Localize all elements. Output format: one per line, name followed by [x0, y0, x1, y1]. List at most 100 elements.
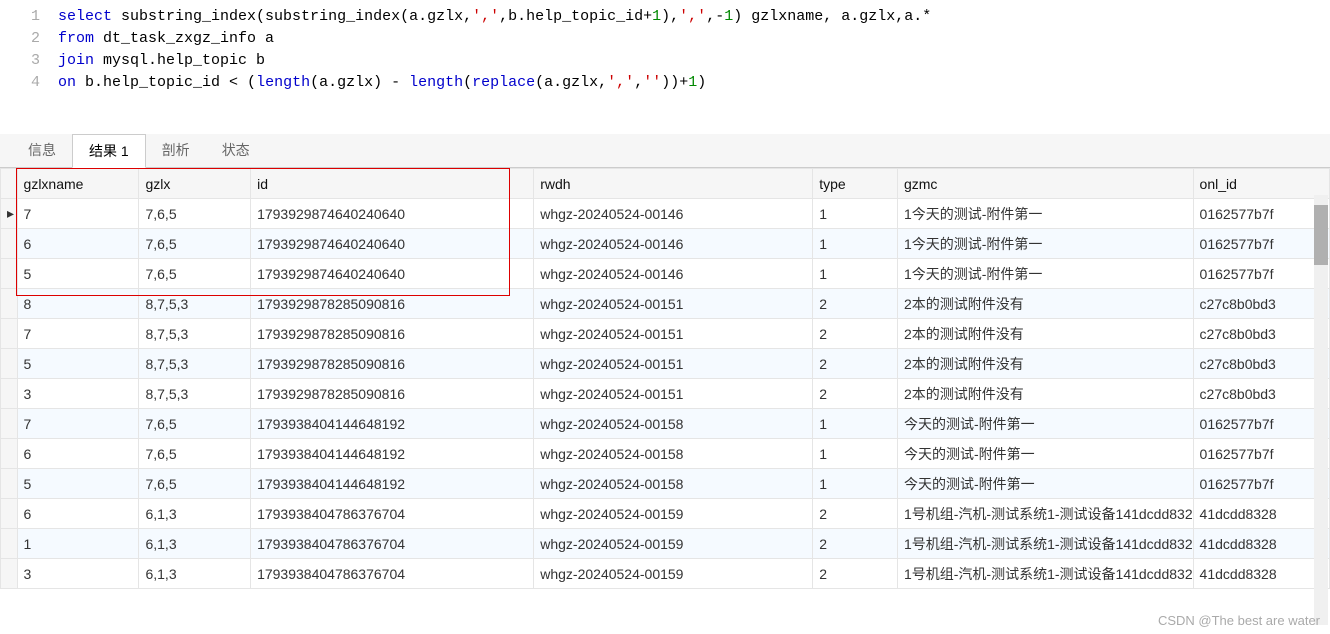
cell-gzlx[interactable]: 7,6,5	[139, 409, 251, 439]
cell-gzlxname[interactable]: 1	[17, 529, 139, 559]
row-handle[interactable]	[1, 289, 18, 319]
tab-2[interactable]: 剖析	[146, 134, 206, 167]
code-line[interactable]: 4on b.help_topic_id < (length(a.gzlx) - …	[0, 72, 1330, 94]
cell-id[interactable]: 1793929878285090816	[251, 379, 534, 409]
cell-gzlxname[interactable]: 3	[17, 559, 139, 589]
cell-gzmc[interactable]: 1今天的测试-附件第一	[897, 229, 1193, 259]
cell-gzlx[interactable]: 8,7,5,3	[139, 379, 251, 409]
table-row[interactable]: 36,1,31793938404786376704whgz-20240524-0…	[1, 559, 1330, 589]
cell-gzmc[interactable]: 2本的测试附件没有	[897, 379, 1193, 409]
results-grid[interactable]: gzlxnamegzlxidrwdhtypegzmconl_id ▸77,6,5…	[0, 168, 1330, 589]
row-handle[interactable]: ▸	[1, 199, 18, 229]
cell-id[interactable]: 1793938404144648192	[251, 439, 534, 469]
table-row[interactable]: 58,7,5,31793929878285090816whgz-20240524…	[1, 349, 1330, 379]
cell-id[interactable]: 1793929878285090816	[251, 349, 534, 379]
column-header-rwdh[interactable]: rwdh	[534, 169, 813, 199]
cell-rwdh[interactable]: whgz-20240524-00151	[534, 289, 813, 319]
vertical-scrollbar[interactable]	[1314, 195, 1328, 625]
cell-gzlx[interactable]: 7,6,5	[139, 199, 251, 229]
cell-id[interactable]: 1793929874640240640	[251, 259, 534, 289]
cell-id[interactable]: 1793938404786376704	[251, 559, 534, 589]
code-content[interactable]: from dt_task_zxgz_info a	[58, 28, 274, 50]
cell-onl_id[interactable]: 0162577b7f	[1193, 259, 1329, 289]
table-row[interactable]: ▸77,6,51793929874640240640whgz-20240524-…	[1, 199, 1330, 229]
cell-id[interactable]: 1793929878285090816	[251, 289, 534, 319]
cell-onl_id[interactable]: c27c8b0bd3	[1193, 349, 1329, 379]
cell-gzmc[interactable]: 1今天的测试-附件第一	[897, 199, 1193, 229]
cell-type[interactable]: 2	[813, 289, 898, 319]
cell-type[interactable]: 1	[813, 199, 898, 229]
tab-3[interactable]: 状态	[206, 134, 266, 167]
row-handle[interactable]	[1, 319, 18, 349]
scrollbar-thumb[interactable]	[1314, 205, 1328, 265]
row-handle[interactable]	[1, 439, 18, 469]
cell-type[interactable]: 1	[813, 229, 898, 259]
row-handle[interactable]	[1, 229, 18, 259]
cell-onl_id[interactable]: 0162577b7f	[1193, 229, 1329, 259]
cell-rwdh[interactable]: whgz-20240524-00146	[534, 229, 813, 259]
row-handle[interactable]	[1, 349, 18, 379]
code-content[interactable]: select substring_index(substring_index(a…	[58, 6, 931, 28]
cell-gzmc[interactable]: 今天的测试-附件第一	[897, 409, 1193, 439]
cell-gzlx[interactable]: 7,6,5	[139, 439, 251, 469]
cell-type[interactable]: 1	[813, 469, 898, 499]
cell-type[interactable]: 1	[813, 409, 898, 439]
cell-gzmc[interactable]: 今天的测试-附件第一	[897, 469, 1193, 499]
table-row[interactable]: 16,1,31793938404786376704whgz-20240524-0…	[1, 529, 1330, 559]
cell-id[interactable]: 1793938404144648192	[251, 409, 534, 439]
cell-gzlx[interactable]: 6,1,3	[139, 559, 251, 589]
table-row[interactable]: 67,6,51793938404144648192whgz-20240524-0…	[1, 439, 1330, 469]
cell-gzmc[interactable]: 1号机组-汽机-测试系统1-测试设备141dcdd8328	[897, 559, 1193, 589]
cell-onl_id[interactable]: 41dcdd8328	[1193, 529, 1329, 559]
column-header-id[interactable]: id	[251, 169, 534, 199]
table-row[interactable]: 77,6,51793938404144648192whgz-20240524-0…	[1, 409, 1330, 439]
cell-onl_id[interactable]: 41dcdd8328	[1193, 559, 1329, 589]
cell-id[interactable]: 1793938404144648192	[251, 469, 534, 499]
cell-gzlx[interactable]: 8,7,5,3	[139, 289, 251, 319]
cell-rwdh[interactable]: whgz-20240524-00151	[534, 379, 813, 409]
cell-gzlxname[interactable]: 3	[17, 379, 139, 409]
code-line[interactable]: 1select substring_index(substring_index(…	[0, 6, 1330, 28]
cell-gzmc[interactable]: 1号机组-汽机-测试系统1-测试设备141dcdd8328	[897, 499, 1193, 529]
row-handle[interactable]	[1, 259, 18, 289]
row-handle[interactable]	[1, 379, 18, 409]
cell-gzlxname[interactable]: 7	[17, 199, 139, 229]
row-handle[interactable]	[1, 499, 18, 529]
cell-gzlxname[interactable]: 6	[17, 229, 139, 259]
cell-gzlx[interactable]: 7,6,5	[139, 229, 251, 259]
cell-type[interactable]: 1	[813, 439, 898, 469]
cell-type[interactable]: 2	[813, 349, 898, 379]
table-row[interactable]: 57,6,51793929874640240640whgz-20240524-0…	[1, 259, 1330, 289]
table-row[interactable]: 66,1,31793938404786376704whgz-20240524-0…	[1, 499, 1330, 529]
cell-gzlxname[interactable]: 5	[17, 349, 139, 379]
cell-rwdh[interactable]: whgz-20240524-00159	[534, 499, 813, 529]
cell-rwdh[interactable]: whgz-20240524-00159	[534, 529, 813, 559]
cell-gzmc[interactable]: 今天的测试-附件第一	[897, 439, 1193, 469]
cell-rwdh[interactable]: whgz-20240524-00146	[534, 259, 813, 289]
sql-editor[interactable]: 1select substring_index(substring_index(…	[0, 0, 1330, 134]
cell-gzlxname[interactable]: 6	[17, 499, 139, 529]
cell-gzlxname[interactable]: 5	[17, 259, 139, 289]
cell-onl_id[interactable]: c27c8b0bd3	[1193, 379, 1329, 409]
column-header-gzlxname[interactable]: gzlxname	[17, 169, 139, 199]
cell-type[interactable]: 2	[813, 499, 898, 529]
cell-id[interactable]: 1793938404786376704	[251, 529, 534, 559]
cell-rwdh[interactable]: whgz-20240524-00151	[534, 319, 813, 349]
cell-type[interactable]: 2	[813, 559, 898, 589]
cell-rwdh[interactable]: whgz-20240524-00158	[534, 409, 813, 439]
cell-rwdh[interactable]: whgz-20240524-00146	[534, 199, 813, 229]
table-row[interactable]: 67,6,51793929874640240640whgz-20240524-0…	[1, 229, 1330, 259]
cell-gzlx[interactable]: 6,1,3	[139, 529, 251, 559]
cell-gzlxname[interactable]: 5	[17, 469, 139, 499]
row-handle[interactable]	[1, 559, 18, 589]
column-header-onl_id[interactable]: onl_id	[1193, 169, 1329, 199]
cell-gzlxname[interactable]: 6	[17, 439, 139, 469]
table-row[interactable]: 57,6,51793938404144648192whgz-20240524-0…	[1, 469, 1330, 499]
tab-0[interactable]: 信息	[12, 134, 72, 167]
cell-type[interactable]: 2	[813, 319, 898, 349]
cell-id[interactable]: 1793938404786376704	[251, 499, 534, 529]
table-row[interactable]: 88,7,5,31793929878285090816whgz-20240524…	[1, 289, 1330, 319]
cell-gzlxname[interactable]: 7	[17, 409, 139, 439]
cell-gzmc[interactable]: 2本的测试附件没有	[897, 319, 1193, 349]
cell-onl_id[interactable]: c27c8b0bd3	[1193, 289, 1329, 319]
